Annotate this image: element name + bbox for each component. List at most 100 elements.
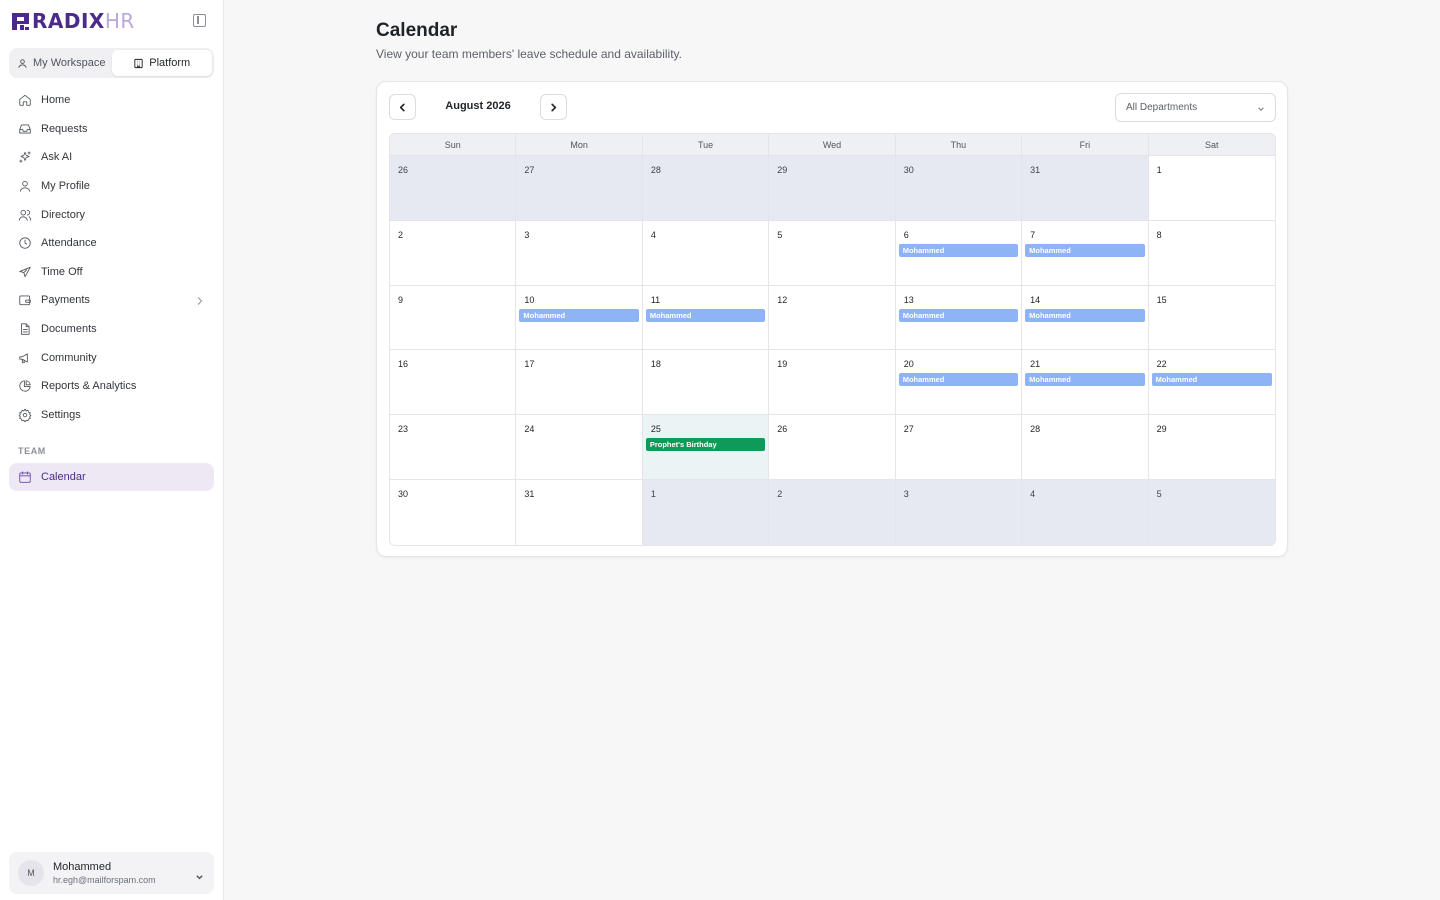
calendar-day[interactable]: 12 [769, 285, 896, 351]
sidebar-item-requests[interactable]: Requests [9, 115, 214, 144]
sidebar-item-label: Settings [41, 408, 81, 421]
calendar-day[interactable]: 4 [642, 220, 770, 286]
calendar-day[interactable]: 27 [895, 415, 1023, 480]
sidebar-item-home[interactable]: Home [9, 86, 214, 115]
leave-event[interactable]: Mohammed [1025, 243, 1145, 257]
user-menu[interactable]: M Mohammed hr.egh@mailforspam.com [9, 852, 214, 894]
calendar-day[interactable]: 20 Mohammed [895, 350, 1023, 416]
calendar-day[interactable]: 18 [642, 350, 770, 416]
sidebar-item-community[interactable]: Community [9, 343, 214, 372]
calendar-day[interactable]: 14 Mohammed [1022, 285, 1149, 351]
calendar-day[interactable]: 6 Mohammed [895, 220, 1023, 286]
gear-icon [18, 408, 32, 422]
day-number: 19 [777, 359, 788, 370]
calendar-day[interactable]: 28 [1022, 415, 1149, 480]
leave-event[interactable]: Mohammed [898, 243, 1019, 257]
day-number: 15 [1156, 294, 1167, 305]
sidebar-item-reports[interactable]: Reports & Analytics [9, 372, 214, 401]
brand-logo[interactable]: RADIXHR [12, 9, 135, 33]
sidebar-item-label: Directory [41, 208, 86, 221]
previous-month-button[interactable] [389, 94, 416, 120]
calendar-day[interactable]: 23 [390, 415, 517, 480]
collapse-sidebar-icon[interactable] [193, 14, 206, 27]
calendar-day[interactable]: 19 [769, 350, 896, 416]
calendar-day[interactable]: 7 Mohammed [1022, 220, 1149, 286]
leave-event[interactable]: Mohammed [1151, 373, 1272, 387]
sidebar-item-label: Reports & Analytics [41, 380, 137, 393]
calendar-day[interactable]: 11 Mohammed [642, 285, 770, 351]
calendar-day[interactable]: 5 [769, 220, 896, 286]
calendar-day[interactable]: 16 [390, 350, 517, 416]
calendar-day[interactable]: 30 [390, 479, 517, 545]
calendar-day[interactable]: 8 [1148, 220, 1275, 286]
day-number: 29 [1156, 424, 1167, 435]
day-number: 2 [398, 229, 404, 240]
building-icon [134, 58, 143, 68]
calendar-day[interactable]: 15 [1148, 285, 1275, 351]
calendar-day[interactable]: 26 [390, 156, 517, 221]
calendar-day[interactable]: 2 [769, 479, 896, 545]
calendar-day[interactable]: 13 Mohammed [895, 285, 1023, 351]
tab-my-workspace[interactable]: My Workspace [11, 50, 112, 76]
sidebar-item-label: Community [41, 351, 97, 364]
calendar-day[interactable]: 3 [895, 479, 1023, 545]
calendar-day[interactable]: 28 [642, 156, 770, 221]
calendar-day[interactable]: 1 [642, 479, 770, 545]
day-number: 5 [777, 229, 783, 240]
month-label: August 2026 [445, 100, 511, 112]
calendar-day[interactable]: 17 [516, 350, 643, 416]
leave-event[interactable]: Mohammed [1025, 373, 1145, 387]
calendar-day[interactable]: 21 Mohammed [1022, 350, 1149, 416]
leave-event[interactable]: Mohammed [898, 373, 1019, 387]
leave-event[interactable]: Mohammed [519, 308, 639, 322]
calendar-day[interactable]: 3 [516, 220, 643, 286]
chevron-right-icon[interactable] [196, 296, 204, 305]
calendar-day[interactable]: 31 [1022, 156, 1149, 221]
leave-event[interactable]: Mohammed [898, 308, 1019, 322]
calendar-day[interactable]: 31 [516, 479, 643, 545]
sidebar-item-my-profile[interactable]: My Profile [9, 172, 214, 201]
calendar-day[interactable]: 22 Mohammed [1148, 350, 1275, 416]
leave-event[interactable]: Mohammed [645, 308, 766, 322]
day-number: 30 [398, 488, 409, 499]
sidebar-item-documents[interactable]: Documents [9, 315, 214, 344]
tab-platform[interactable]: Platform [111, 50, 212, 76]
day-number: 1 [650, 488, 656, 499]
calendar-day[interactable]: 24 [516, 415, 643, 480]
calendar-day[interactable]: 27 [516, 156, 643, 221]
calendar-day[interactable]: 5 [1148, 479, 1275, 545]
sidebar-item-ask-ai[interactable]: Ask AI [9, 143, 214, 172]
section-label-team: TEAM [18, 446, 46, 456]
weekday-label: Wed [769, 134, 896, 155]
sidebar-item-label: Ask AI [41, 151, 73, 164]
page-title: Calendar [376, 20, 458, 41]
calendar-day[interactable]: 29 [769, 156, 896, 221]
department-select[interactable]: All Departments [1115, 93, 1276, 122]
sidebar-item-payments[interactable]: Payments [9, 286, 214, 315]
next-month-button[interactable] [540, 94, 567, 120]
sidebar-item-label: Documents [41, 323, 97, 336]
leave-event[interactable]: Mohammed [1025, 308, 1145, 322]
pie-chart-icon [19, 380, 31, 392]
sidebar-item-directory[interactable]: Directory [9, 200, 214, 229]
weekday-label: Thu [896, 134, 1023, 155]
sidebar-item-calendar[interactable]: Calendar [9, 463, 214, 491]
calendar-day[interactable]: 2 [390, 220, 517, 286]
calendar-day[interactable]: 10 Mohammed [516, 285, 643, 351]
home-icon [19, 95, 31, 106]
day-number: 9 [398, 294, 404, 305]
weekday-header: Sun Mon Tue Wed Thu Fri Sat [390, 134, 1275, 156]
calendar-day[interactable]: 30 [895, 156, 1023, 221]
chevron-down-icon[interactable] [195, 869, 204, 880]
calendar-day[interactable]: 29 [1148, 415, 1275, 480]
calendar-day-today[interactable]: 25 Prophet's Birthday [642, 415, 770, 480]
sidebar-item-attendance[interactable]: Attendance [9, 229, 214, 258]
calendar-day[interactable]: 9 [390, 285, 517, 351]
calendar-day[interactable]: 4 [1022, 479, 1149, 545]
holiday-event[interactable]: Prophet's Birthday [645, 438, 766, 452]
calendar-days: 26 27 28 29 30 31 1 2 3 4 5 6 Mohammed 7 Mohammed 8 9 10 M… [390, 156, 1275, 545]
calendar-day[interactable]: 26 [769, 415, 896, 480]
calendar-day[interactable]: 1 [1148, 156, 1275, 221]
sidebar-item-time-off[interactable]: Time Off [9, 258, 214, 287]
sidebar-item-settings[interactable]: Settings [9, 401, 214, 430]
